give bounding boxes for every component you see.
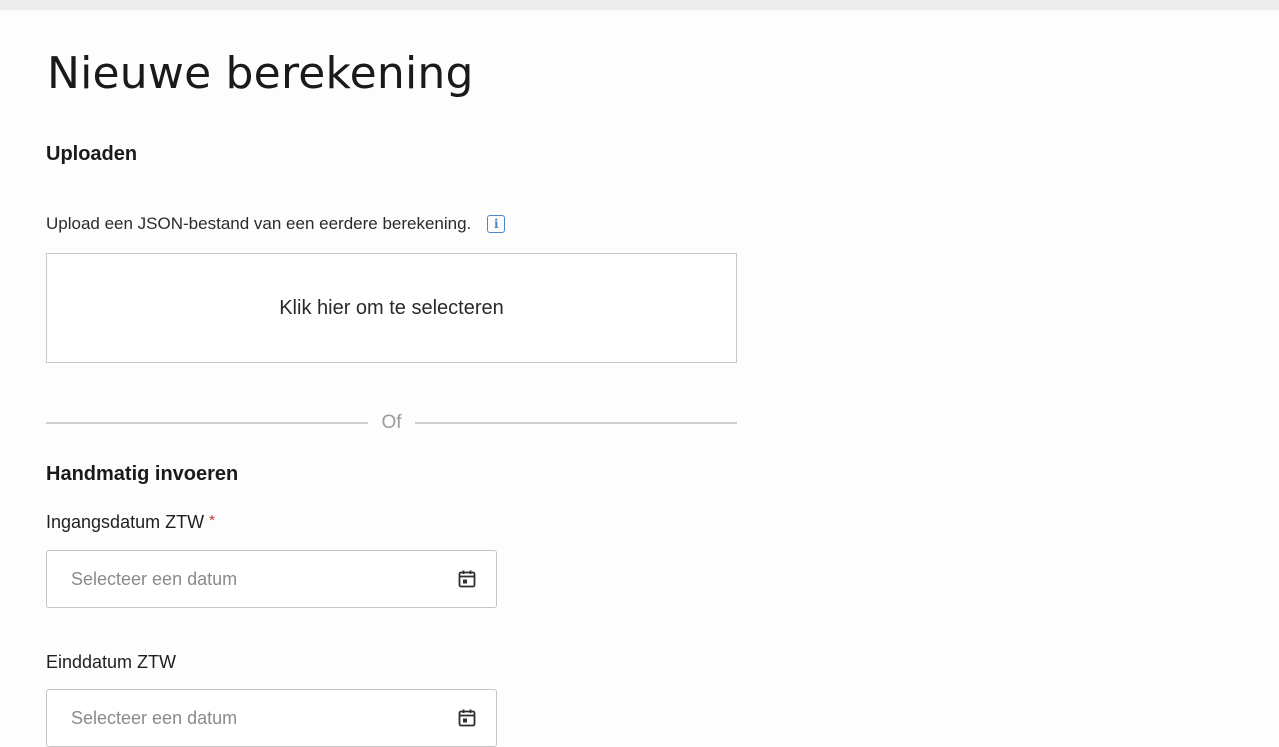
- upload-help-text: Upload een JSON-bestand van een eerdere …: [46, 214, 472, 233]
- upload-help-row: Upload een JSON-bestand van een eerdere …: [46, 214, 506, 234]
- start-date-label-text: Ingangsdatum ZTW: [46, 512, 205, 532]
- end-date-placeholder: Selecteer een datum: [71, 707, 238, 728]
- top-bar: [0, 0, 1279, 10]
- required-marker: *: [209, 512, 215, 529]
- calendar-icon[interactable]: [456, 568, 478, 590]
- page-title: Nieuwe berekening: [47, 48, 474, 99]
- dropzone-label: Klik hier om te selecteren: [279, 296, 504, 319]
- start-date-placeholder: Selecteer een datum: [71, 568, 238, 589]
- start-date-input[interactable]: Selecteer een datum: [46, 550, 497, 608]
- divider-line-left: [46, 422, 369, 424]
- file-dropzone[interactable]: Klik hier om te selecteren: [46, 253, 737, 363]
- divider-label: Of: [381, 412, 402, 433]
- end-date-label-text: Einddatum ZTW: [46, 652, 177, 672]
- or-divider: Of: [46, 410, 737, 436]
- upload-section-heading: Uploaden: [46, 143, 138, 165]
- start-date-label: Ingangsdatum ZTW *: [46, 512, 215, 533]
- manual-section-heading: Handmatig invoeren: [46, 463, 239, 485]
- end-date-label: Einddatum ZTW: [46, 652, 176, 673]
- calendar-icon[interactable]: [456, 707, 478, 729]
- info-icon[interactable]: i: [487, 215, 506, 233]
- end-date-input[interactable]: Selecteer een datum: [46, 689, 497, 747]
- divider-line-right: [414, 422, 737, 424]
